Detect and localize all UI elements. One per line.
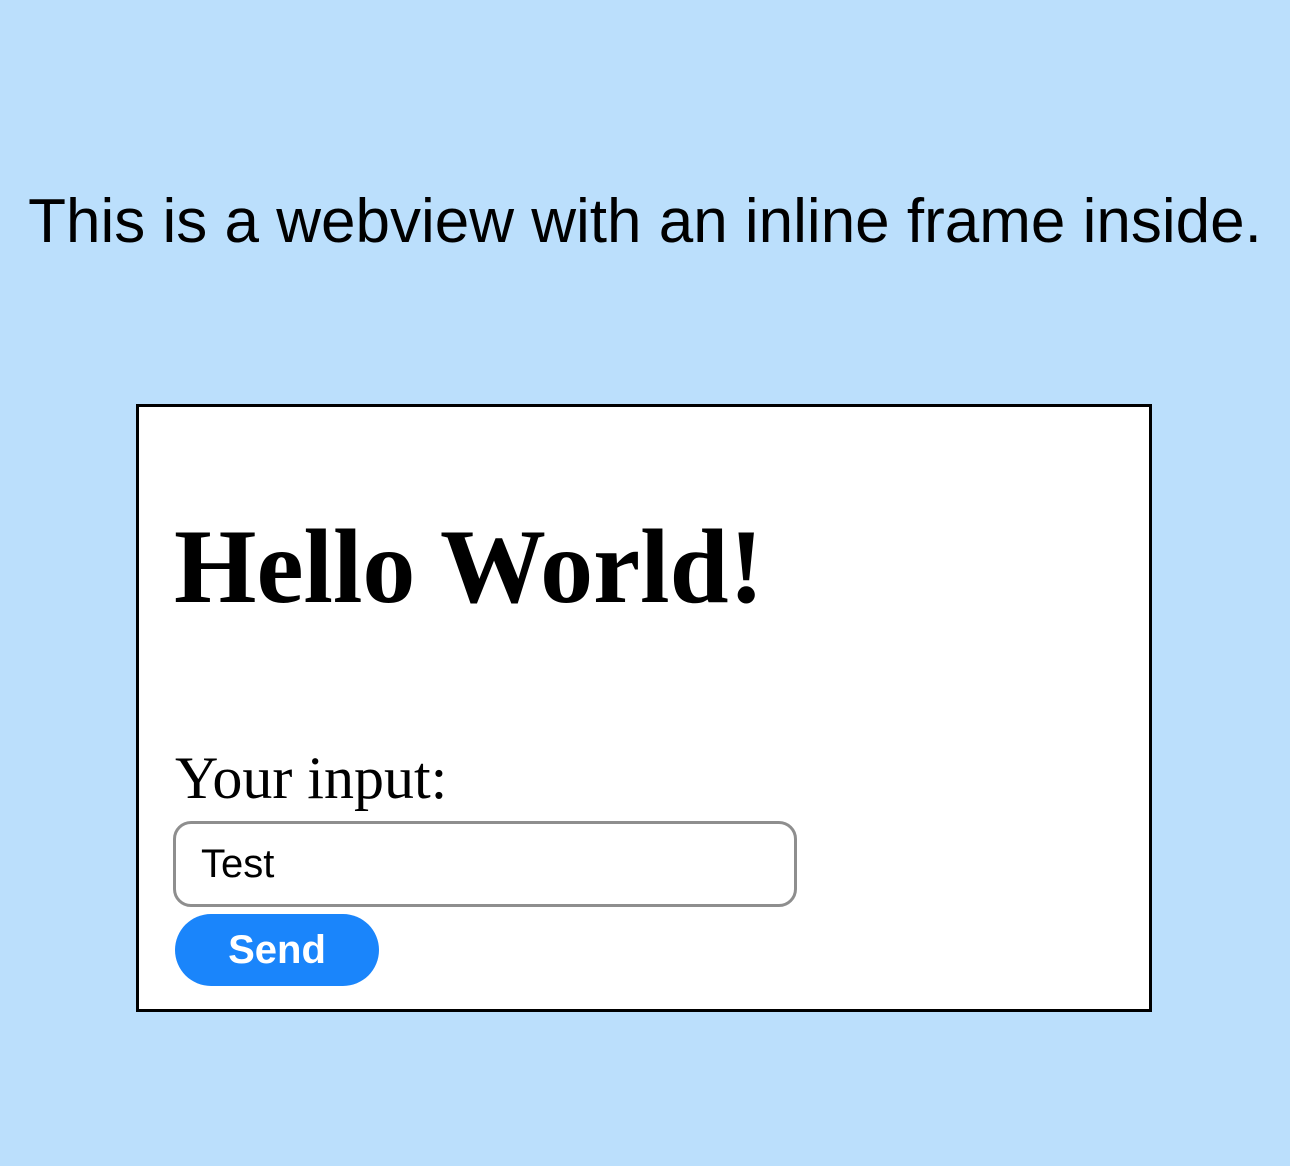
frame-heading: Hello World!	[174, 508, 764, 625]
inline-frame: Hello World! Your input: Send	[136, 404, 1152, 1012]
webview-page: { "intro": { "text": "This is a webview …	[0, 0, 1290, 1166]
text-input[interactable]	[173, 821, 797, 907]
intro-text: This is a webview with an inline frame i…	[28, 187, 1262, 256]
send-button[interactable]: Send	[175, 914, 379, 986]
input-label: Your input:	[175, 745, 448, 811]
